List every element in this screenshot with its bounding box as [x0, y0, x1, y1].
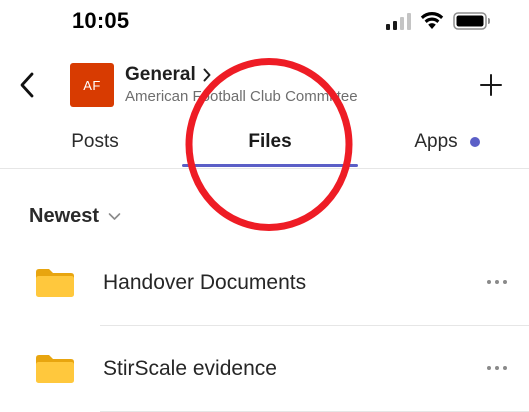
channel-title-button[interactable]: General	[125, 64, 212, 86]
team-avatar[interactable]: AF	[70, 63, 114, 107]
notification-dot	[469, 137, 480, 147]
more-horizontal-icon	[487, 366, 507, 370]
status-time: 10:05	[72, 8, 130, 33]
tab-posts-label: Posts	[71, 131, 119, 152]
plus-icon	[480, 74, 502, 96]
more-horizontal-icon	[487, 280, 507, 284]
channel-title: General	[125, 64, 196, 85]
more-options-button[interactable]	[480, 356, 514, 380]
folder-icon	[36, 269, 74, 297]
tab-bar: Posts Files Apps	[0, 118, 529, 169]
chevron-right-icon	[203, 68, 211, 82]
sort-label: Newest	[29, 205, 100, 227]
file-name: StirScale evidence	[103, 357, 277, 380]
tab-apps[interactable]: Apps	[392, 118, 502, 166]
active-tab-indicator	[182, 164, 358, 167]
battery-icon	[453, 12, 490, 30]
sort-dropdown[interactable]: Newest	[29, 205, 121, 228]
wifi-icon	[420, 11, 444, 29]
file-row[interactable]: Handover Documents	[0, 240, 529, 326]
chevron-down-icon	[108, 213, 121, 220]
tab-files-label: Files	[248, 131, 292, 152]
file-row[interactable]: StirScale evidence	[0, 326, 529, 412]
tab-posts[interactable]: Posts	[30, 118, 160, 166]
more-options-button[interactable]	[480, 270, 514, 294]
folder-icon	[36, 355, 74, 383]
add-button[interactable]	[474, 68, 508, 102]
file-name: Handover Documents	[103, 271, 307, 294]
tab-apps-label: Apps	[414, 131, 458, 152]
file-list: Handover Documents StirScale evidence	[0, 240, 529, 412]
chevron-left-icon	[20, 72, 34, 98]
status-bar: 10:05	[0, 0, 529, 44]
tab-files[interactable]: Files	[182, 118, 358, 166]
cellular-signal-icon	[386, 13, 411, 30]
team-name: American Football Club Committee	[125, 88, 358, 105]
back-button[interactable]	[12, 68, 42, 102]
